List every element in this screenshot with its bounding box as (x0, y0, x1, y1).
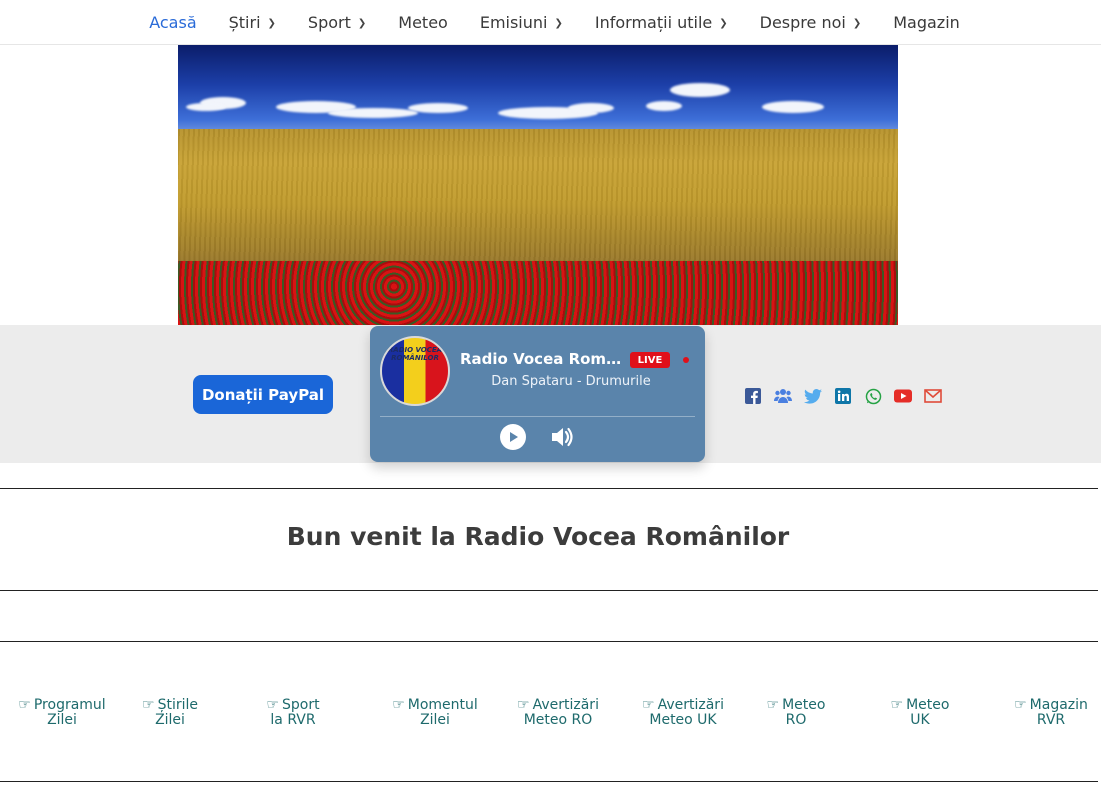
station-logo: RADIO VOCEA ROMÂNILOR (380, 336, 450, 406)
cloud (670, 83, 730, 97)
hand-point-right-icon: ☞ (266, 697, 279, 713)
twitter-icon[interactable] (804, 387, 822, 405)
nav-item-informatii-utile[interactable]: Informații utile ❯ (579, 13, 744, 32)
cloud (186, 103, 226, 111)
nav-label: Emisiuni (479, 12, 548, 32)
hand-point-right-icon: ☞ (642, 697, 655, 713)
now-playing-track: Dan Spataru - Drumurile (491, 374, 651, 389)
play-icon (510, 432, 518, 442)
nav-list: Acasă Știri ❯ Sport ❯ Meteo Emisiuni ❯ Info… (125, 13, 976, 32)
volume-button[interactable] (548, 423, 576, 451)
hero-poppy-field (178, 261, 898, 325)
welcome-heading: Bun venit la Radio Vocea Românilor (286, 522, 790, 551)
station-logo-text: RADIO VOCEA ROMÂNILOR (387, 346, 443, 362)
quick-link-label: Magazin RVR (1029, 697, 1088, 728)
nav-label: Acasă (149, 12, 197, 32)
quick-link-avertizari-meteo-ro[interactable]: ☞ Avertizări Meteo RO (507, 698, 609, 728)
hero-wheat-field (178, 129, 898, 265)
nav-item-emisiuni[interactable]: Emisiuni ❯ (464, 13, 579, 32)
email-icon[interactable] (924, 387, 942, 405)
quick-link-programul-zilei[interactable]: ☞ Programul Zilei (10, 698, 114, 728)
cloud (568, 103, 614, 113)
divider-line (0, 590, 1098, 591)
main-navigation: Acasă Știri ❯ Sport ❯ Meteo Emisiuni ❯ Info… (0, 0, 1101, 45)
nav-item-stiri[interactable]: Știri ❯ (213, 13, 292, 32)
hand-point-right-icon: ☞ (766, 697, 780, 713)
nav-item-magazin[interactable]: Magazin (877, 13, 976, 32)
quick-link-momentul-zilei[interactable]: ☞ Momentul Zilei (383, 698, 487, 728)
quick-link-stirile-zilei[interactable]: ☞ Știrile Zilei (134, 698, 206, 728)
quick-link-label: Avertizări Meteo UK (649, 697, 724, 728)
quick-links: ☞ Programul Zilei ☞ Știrile Zilei ☞ Sport l… (0, 698, 1101, 758)
cloud (328, 108, 418, 118)
chevron-down-icon: ❯ (719, 17, 728, 29)
nav-item-despre-noi[interactable]: Despre noi ❯ (744, 13, 878, 32)
station-name: Radio Vocea Românilor (460, 350, 628, 368)
live-badge: LIVE (630, 352, 670, 368)
quick-link-label: Meteo RO (782, 697, 826, 728)
donate-paypal-button[interactable]: Donații PayPal (193, 375, 333, 414)
quick-link-label: Programul Zilei (33, 697, 106, 728)
nav-label: Informații utile (594, 12, 713, 32)
cloud (408, 103, 468, 113)
cloud (762, 101, 824, 113)
chevron-down-icon: ❯ (852, 17, 862, 29)
hand-point-right-icon: ☞ (517, 697, 530, 713)
divider-line (0, 781, 1098, 782)
play-button[interactable] (500, 424, 526, 450)
quick-link-label: Momentul Zilei (407, 697, 478, 728)
chevron-down-icon: ❯ (267, 17, 276, 29)
hero-sky (178, 45, 898, 133)
social-share-bar (744, 387, 942, 405)
quick-link-meteo-ro[interactable]: ☞ Meteo RO (756, 698, 836, 728)
users-group-icon[interactable] (774, 387, 792, 405)
quick-link-label: Meteo UK (906, 697, 950, 728)
nav-label: Meteo (398, 12, 448, 32)
radio-player: RADIO VOCEA ROMÂNILOR Radio Vocea Români… (370, 326, 705, 462)
hero-image-flag-landscape (178, 45, 898, 325)
player-divider (380, 416, 695, 417)
divider-line (0, 641, 1098, 642)
youtube-icon[interactable] (894, 387, 912, 405)
donate-label: Donații PayPal (201, 385, 325, 404)
hand-point-right-icon: ☞ (18, 697, 31, 713)
hand-point-right-icon: ☞ (1014, 697, 1027, 713)
quick-link-avertizari-meteo-uk[interactable]: ☞ Avertizări Meteo UK (632, 698, 734, 728)
quick-link-label: Avertizări Meteo RO (523, 697, 599, 728)
volume-icon (552, 427, 573, 447)
nav-label: Știri (228, 12, 261, 32)
quick-link-label: Știrile Zilei (155, 697, 198, 728)
nav-label: Despre noi (759, 12, 846, 32)
chevron-down-icon: ❯ (554, 17, 563, 29)
nav-label: Sport (307, 12, 351, 32)
quick-link-magazin-rvr[interactable]: ☞ Magazin RVR (1004, 698, 1098, 728)
whatsapp-icon[interactable] (864, 387, 882, 405)
cloud (646, 101, 682, 111)
hand-point-right-icon: ☞ (142, 697, 155, 713)
linkedin-icon[interactable] (834, 387, 852, 405)
divider-line (0, 488, 1098, 489)
nav-item-acasa[interactable]: Acasă (133, 13, 212, 32)
quick-link-sport-la-rvr[interactable]: ☞ Sport la RVR (258, 698, 328, 728)
nav-item-meteo[interactable]: Meteo (382, 13, 464, 32)
quick-link-meteo-uk[interactable]: ☞ Meteo UK (880, 698, 960, 728)
facebook-icon[interactable] (744, 387, 762, 405)
hand-point-right-icon: ☞ (890, 697, 904, 713)
nav-label: Magazin (893, 12, 960, 32)
chevron-down-icon: ❯ (357, 17, 367, 29)
live-indicator-dot (683, 357, 689, 363)
hand-point-right-icon: ☞ (392, 697, 405, 713)
nav-item-sport[interactable]: Sport ❯ (292, 13, 382, 32)
